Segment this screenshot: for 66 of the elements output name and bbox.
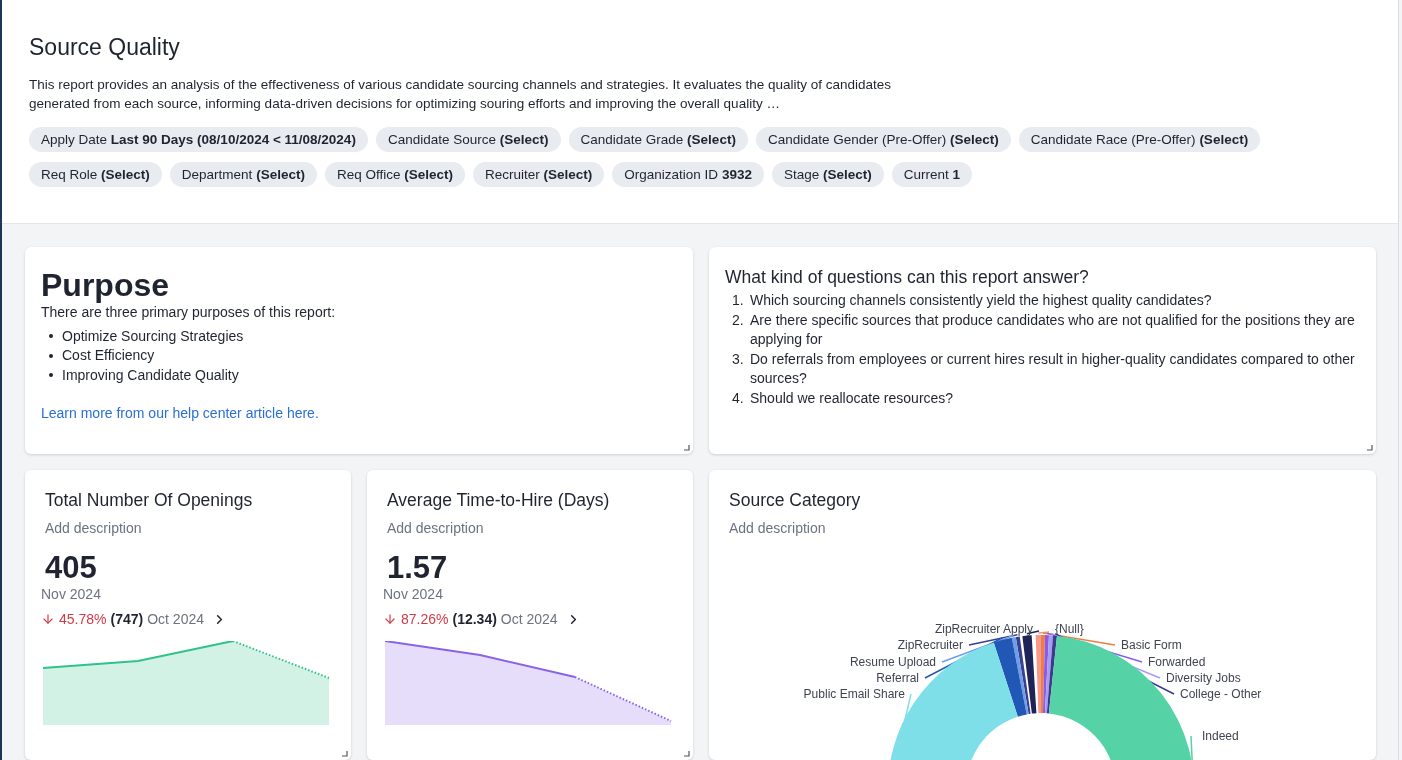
kpi-value: 405 <box>45 550 98 586</box>
down-arrow-icon <box>383 612 397 626</box>
slice-label: ZipRecruiter Apply <box>934 622 1033 636</box>
question-text: Which sourcing channels consistently yield the highest quality candidates? <box>750 291 1212 310</box>
purpose-title: Purpose <box>41 267 171 303</box>
slice-label: Diversity Jobs <box>1166 671 1241 685</box>
previous-value: (12.34) <box>452 611 497 627</box>
card-description: Add description <box>387 520 485 536</box>
list-number: 3. <box>732 349 744 369</box>
bullet-icon <box>49 373 53 378</box>
filter-chip[interactable]: Stage (Select) <box>771 162 884 187</box>
question-text: Are there specific sources that produce candidates who are not qualified for the positions they are applying for <box>750 310 1356 349</box>
filter-chip[interactable]: Department (Select) <box>169 162 317 187</box>
kpi-period: Nov 2024 <box>41 586 102 602</box>
bullet-icon <box>49 334 53 339</box>
resize-handle-icon[interactable] <box>342 751 348 757</box>
filter-chip[interactable]: Recruiter (Select) <box>473 162 605 187</box>
purpose-item: Cost Efficiency <box>62 346 155 365</box>
leader-line <box>1190 735 1196 760</box>
change-percent: 87.26% <box>401 611 449 627</box>
question-text: Do referrals from employees or current hires result in higher-quality candidates compared to other sources? <box>750 349 1356 388</box>
card-title: Average Time-to-Hire (Days) <box>387 490 611 511</box>
filter-chip[interactable]: Candidate Grade (Select) <box>568 127 748 152</box>
report-title: Source Quality <box>29 34 181 61</box>
card-description: Add description <box>729 520 827 536</box>
question-text: Should we reallocate resources? <box>750 388 954 408</box>
kpi-period: Nov 2024 <box>383 586 444 602</box>
filter-chip[interactable]: Req Office (Select) <box>324 162 465 187</box>
filter-chip[interactable]: Candidate Source (Select) <box>375 127 561 152</box>
card-description: Add description <box>45 520 143 536</box>
purpose-intro: There are three primary purposes of this report: <box>41 303 337 322</box>
slice-label: Forwarded <box>1148 655 1206 669</box>
slice-label: Basic Form <box>1121 638 1182 652</box>
filter-chip[interactable]: Req Role (Select) <box>29 162 162 187</box>
questions-title: What kind of questions can this report answer? <box>725 267 1090 288</box>
previous-value: (747) <box>110 611 144 627</box>
list-number: 1. <box>732 291 744 310</box>
slice-label: Resume Upload <box>849 655 936 669</box>
kpi-value: 1.57 <box>387 550 449 586</box>
filter-chip[interactable]: Candidate Gender (Pre-Offer) (Select) <box>755 127 1011 152</box>
previous-period: Oct 2024 <box>500 611 558 627</box>
list-number: 2. <box>732 310 744 330</box>
list-number: 4. <box>732 388 744 408</box>
down-arrow-icon <box>41 612 55 626</box>
slice-label: College - Other <box>1180 687 1262 701</box>
filter-chip[interactable]: Organization ID 3932 <box>612 162 764 187</box>
slice-label: Public Email Share <box>803 687 905 701</box>
filter-chip[interactable]: Current 1 <box>891 162 973 187</box>
resize-handle-icon[interactable] <box>684 445 690 451</box>
filter-chip[interactable]: Apply Date Last 90 Days (08/10/2024 < 11/08/2024) <box>29 127 368 152</box>
help-center-link[interactable]: Learn more from our help center article here. <box>41 405 319 421</box>
card-title: Total Number Of Openings <box>45 490 254 511</box>
purpose-item: Optimize Sourcing Strategies <box>62 326 244 346</box>
report-description: This report provides an analysis of the effectiveness of various candidate sourcing channels and strategies. It evaluates the quality of candidates generated from each source, informing data-driven decisions for optimizing souring efforts and improving the overall quality … <box>29 76 892 113</box>
slice-label: Indeed <box>1202 729 1239 743</box>
change-percent: 45.78% <box>59 611 107 627</box>
resize-handle-icon[interactable] <box>1367 445 1373 451</box>
slice-label: {Null} <box>1055 622 1084 636</box>
resize-handle-icon[interactable] <box>684 751 690 757</box>
previous-period: Oct 2024 <box>147 611 204 627</box>
filter-chip[interactable]: Candidate Race (Pre-Offer) (Select) <box>1018 127 1261 152</box>
bullet-icon <box>49 353 53 358</box>
slice-label: Referral <box>876 671 919 685</box>
slice-label: ZipRecruiter <box>897 638 963 652</box>
card-title: Source Category <box>729 490 862 511</box>
purpose-item: Improving Candidate Quality <box>62 365 239 385</box>
